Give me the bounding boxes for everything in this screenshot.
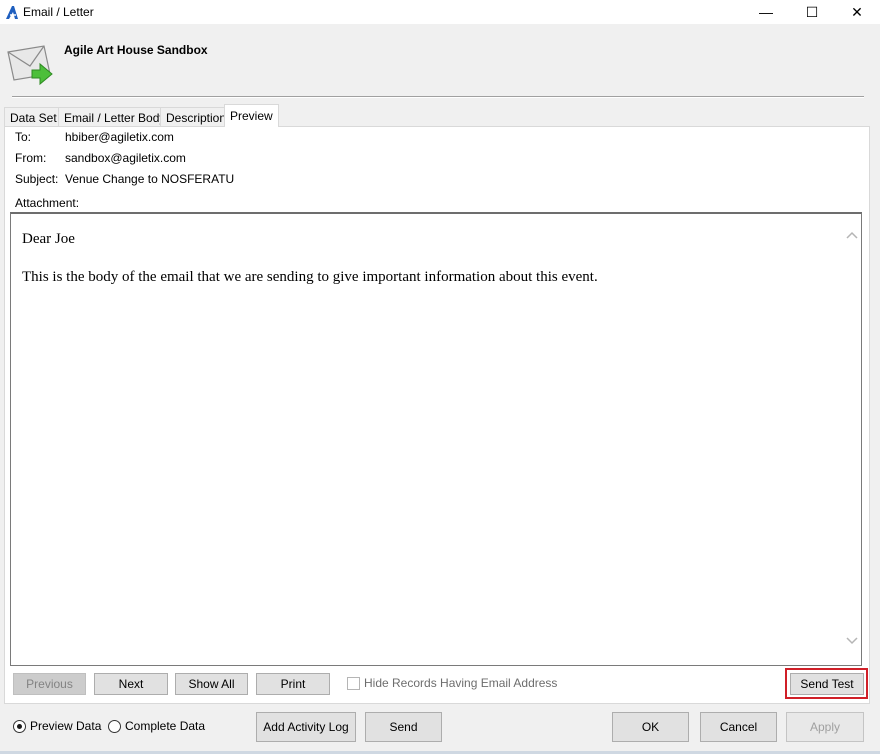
subject-label: Subject: — [15, 172, 59, 186]
send-button[interactable]: Send — [365, 712, 442, 742]
print-button[interactable]: Print — [256, 673, 330, 695]
cancel-button[interactable]: Cancel — [700, 712, 777, 742]
hide-records-label: Hide Records Having Email Address — [364, 676, 558, 690]
app-logo-icon — [6, 6, 18, 19]
minimize-button[interactable]: — — [743, 0, 789, 24]
header-title: Agile Art House Sandbox — [64, 43, 208, 57]
from-value: sandbox@agiletix.com — [65, 151, 186, 165]
minimize-icon: — — [759, 4, 773, 20]
subject-value: Venue Change to NOSFERATU — [65, 172, 235, 186]
hide-records-checkbox[interactable] — [347, 677, 360, 690]
tab-description[interactable]: Description — [160, 107, 233, 127]
maximize-icon: ☐ — [805, 3, 819, 20]
to-label: To: — [15, 130, 32, 144]
preview-data-label: Preview Data — [30, 719, 102, 733]
tab-email-letter-body[interactable]: Email / Letter Body — [58, 107, 172, 127]
complete-data-radio[interactable] — [108, 720, 121, 733]
scroll-down-icon[interactable] — [844, 634, 860, 648]
add-activity-log-button[interactable]: Add Activity Log — [256, 712, 356, 742]
close-icon: ✕ — [851, 3, 863, 20]
email-greeting: Dear Joe — [22, 231, 75, 247]
previous-button[interactable]: Previous — [13, 673, 86, 695]
tab-data-set[interactable]: Data Set — [4, 107, 63, 127]
ok-button[interactable]: OK — [612, 712, 689, 742]
close-button[interactable]: ✕ — [834, 0, 880, 24]
to-value: hbiber@agiletix.com — [65, 130, 174, 144]
scroll-up-icon[interactable] — [844, 228, 860, 242]
window-title: Email / Letter — [23, 5, 94, 19]
complete-data-label: Complete Data — [125, 719, 206, 733]
email-body-text: This is the body of the email that we ar… — [22, 269, 598, 285]
preview-data-radio[interactable] — [13, 720, 26, 733]
header-divider — [12, 96, 864, 98]
apply-button[interactable]: Apply — [786, 712, 864, 742]
send-test-button[interactable]: Send Test — [790, 673, 864, 695]
next-button[interactable]: Next — [94, 673, 168, 695]
title-bar: Email / Letter — ☐ ✕ — [0, 0, 880, 24]
show-all-button[interactable]: Show All — [175, 673, 248, 695]
attachment-label: Attachment: — [15, 196, 80, 210]
maximize-button[interactable]: ☐ — [789, 0, 835, 24]
from-label: From: — [15, 151, 47, 165]
tab-preview[interactable]: Preview — [224, 104, 279, 127]
radio-selected-dot — [17, 724, 22, 729]
envelope-arrow-icon — [7, 45, 53, 86]
